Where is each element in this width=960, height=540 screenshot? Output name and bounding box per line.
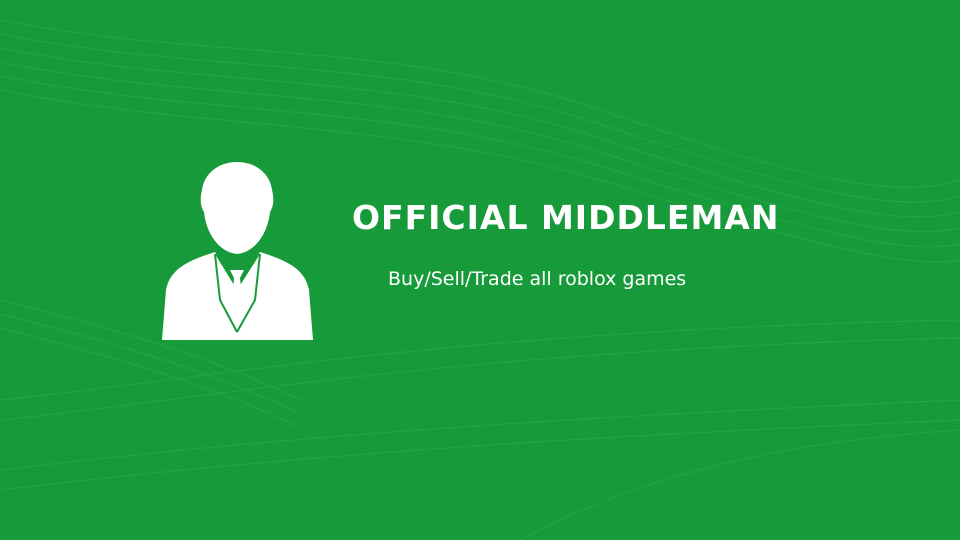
banner: OFFICIAL MIDDLEMAN Buy/Sell/Trade all ro…	[0, 0, 960, 540]
subtitle: Buy/Sell/Trade all roblox games	[388, 268, 687, 290]
page-title: OFFICIAL MIDDLEMAN	[352, 198, 780, 237]
businessman-icon	[162, 162, 313, 340]
